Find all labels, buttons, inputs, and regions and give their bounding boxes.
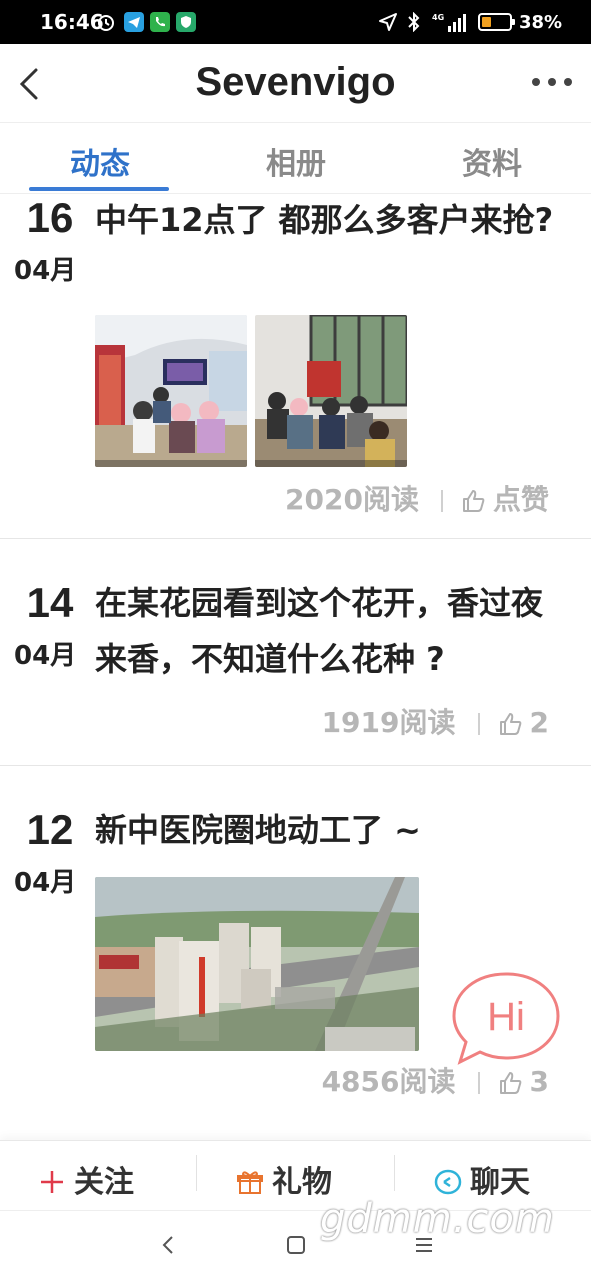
read-count: 4856阅读 <box>321 1065 456 1098</box>
status-bar: 16:46 4G 38% <box>0 0 591 44</box>
alarm-icon <box>98 15 114 31</box>
post-day: 12 <box>26 806 74 853</box>
post-month: 04月 <box>14 641 77 671</box>
thumbs-up-icon[interactable] <box>461 488 487 514</box>
post-stats: 4856阅读 3 <box>322 1060 549 1100</box>
post-month: 04月 <box>14 256 77 286</box>
shield-app-icon <box>176 12 196 32</box>
bottom-separator <box>196 1155 197 1191</box>
post-photo[interactable] <box>255 315 407 467</box>
read-count: 2020阅读 <box>285 483 419 516</box>
battery-icon <box>478 13 515 31</box>
plus-icon <box>41 1171 63 1193</box>
thumbs-up-icon[interactable] <box>498 1070 524 1096</box>
tab-profile-info[interactable]: 资料 <box>392 139 591 183</box>
nav-back-icon[interactable] <box>160 1233 176 1257</box>
follow-button[interactable]: 关注 <box>38 1157 134 1201</box>
post-photo[interactable] <box>95 877 419 1051</box>
post-title[interactable]: 新中医院圈地动工了 ~ <box>95 802 565 858</box>
post-photo[interactable] <box>95 315 247 467</box>
like-count[interactable]: 3 <box>530 1065 549 1098</box>
active-tab-indicator <box>29 187 169 191</box>
chat-bubble-icon <box>434 1169 462 1195</box>
thumbs-up-icon[interactable] <box>498 711 524 737</box>
profile-tabs: 动态 相册 资料 <box>0 123 591 194</box>
more-dots-icon[interactable] <box>530 72 574 92</box>
post-stats: 2020阅读 点赞 <box>285 478 549 518</box>
app-header: Sevenvigo <box>0 44 591 123</box>
location-icon <box>379 13 397 31</box>
tab-album[interactable]: 相册 <box>196 139 396 183</box>
read-count: 1919阅读 <box>321 706 456 739</box>
post-item[interactable]: 12 04月 新中医院圈地动工了 ~ 4856阅读 3 <box>0 766 591 1140</box>
gift-label: 礼物 <box>272 1165 332 1200</box>
nav-home-icon[interactable] <box>286 1233 306 1257</box>
post-item[interactable]: 14 04月 在某花园看到这个花开，香过夜来香，不知道什么花种 ? 1919阅读… <box>0 539 591 766</box>
post-title[interactable]: 在某花园看到这个花开，香过夜来香，不知道什么花种 ? <box>95 575 565 687</box>
post-stats: 1919阅读 2 <box>322 701 549 741</box>
gift-button[interactable]: 礼物 <box>236 1157 332 1201</box>
status-time: 16:46 <box>40 10 104 34</box>
telegram-icon <box>124 12 144 32</box>
hi-badge-text: Hi <box>487 995 525 1039</box>
post-title[interactable]: 中午12点了 都那么多客户来抢? <box>95 194 565 248</box>
post-day: 14 <box>26 579 74 626</box>
follow-label: 关注 <box>74 1165 134 1200</box>
bluetooth-icon <box>408 12 420 32</box>
chat-label: 聊天 <box>470 1165 530 1200</box>
page-title: Sevenvigo <box>195 60 396 104</box>
site-watermark: gdmm.com <box>320 1196 555 1242</box>
svg-text:4G: 4G <box>432 13 444 22</box>
hi-chat-badge[interactable]: Hi <box>450 970 562 1066</box>
post-day: 16 <box>26 194 74 241</box>
like-label[interactable]: 点赞 <box>493 483 549 516</box>
like-count[interactable]: 2 <box>530 706 549 739</box>
gift-icon <box>237 1171 263 1194</box>
tab-dynamics[interactable]: 动态 <box>0 139 200 183</box>
battery-percent: 38% <box>519 12 563 33</box>
signal-icon: 4G <box>432 13 466 32</box>
post-item[interactable]: 16 04月 中午12点了 都那么多客户来抢? 2020阅读 点赞 <box>0 194 591 539</box>
phone-app-icon <box>150 12 170 32</box>
post-month: 04月 <box>14 868 77 898</box>
chat-button[interactable]: 聊天 <box>434 1157 530 1201</box>
bottom-separator <box>394 1155 395 1191</box>
